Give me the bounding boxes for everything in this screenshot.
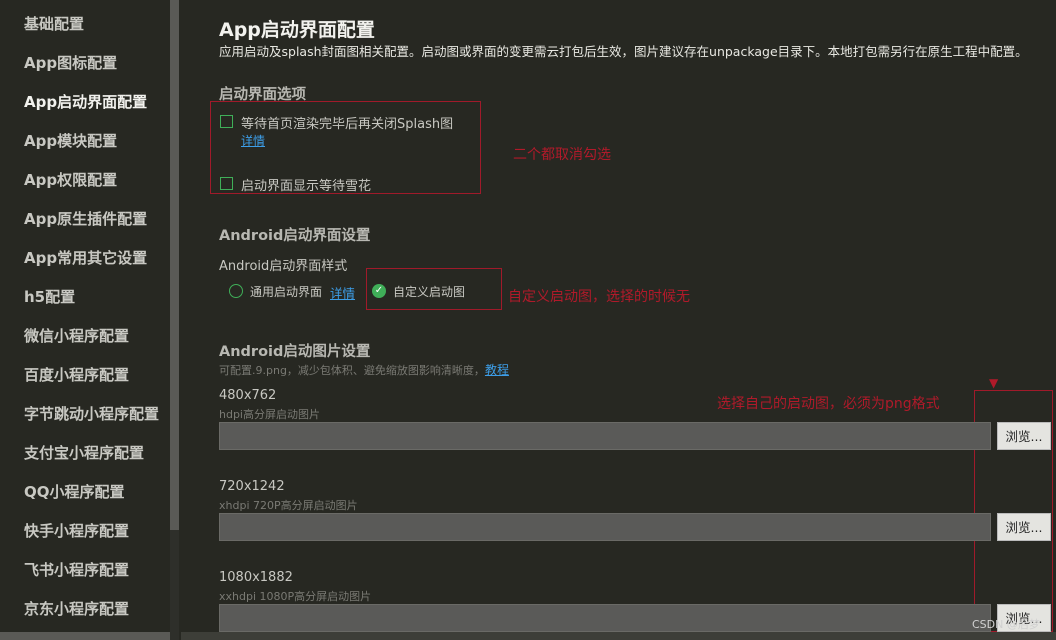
annotation-box-options — [210, 101, 481, 194]
annotation-text-custom: 自定义启动图，选择的时候无 — [508, 289, 690, 305]
image-size-xxhdpi: 1080x1882 — [219, 570, 293, 585]
watermark: CSDN @后梦 — [972, 618, 1040, 631]
browse-button-hdpi[interactable]: 浏览... — [997, 422, 1051, 450]
browse-button-xhdpi[interactable]: 浏览... — [997, 513, 1051, 541]
sidebar-item-bytedance[interactable]: 字节跳动小程序配置 — [24, 403, 159, 424]
page-title: App启动界面配置 — [219, 19, 375, 41]
sidebar-item-app-other[interactable]: App常用其它设置 — [24, 247, 147, 268]
sidebar-item-app-splash[interactable]: App启动界面配置 — [24, 91, 147, 112]
android-images-hint: 可配置.9.png，减少包体积、避免缩放图影响清晰度，教程 — [219, 363, 509, 377]
sidebar-item-h5[interactable]: h5配置 — [24, 286, 75, 307]
sidebar-item-kuaishou[interactable]: 快手小程序配置 — [24, 520, 129, 541]
sidebar-item-baidu[interactable]: 百度小程序配置 — [24, 364, 129, 385]
tutorial-link[interactable]: 教程 — [485, 363, 509, 377]
sidebar-item-alipay[interactable]: 支付宝小程序配置 — [24, 442, 144, 463]
sidebar-item-feishu[interactable]: 飞书小程序配置 — [24, 559, 129, 580]
sidebar-item-app-icon[interactable]: App图标配置 — [24, 52, 117, 73]
android-style-label: Android启动界面样式 — [219, 259, 348, 274]
image-size-xhdpi: 720x1242 — [219, 479, 285, 494]
radio-common-splash-label: 通用启动界面 — [250, 285, 323, 299]
image-desc-xhdpi: xhdpi 720P高分屏启动图片 — [219, 499, 358, 512]
sidebar-item-wechat[interactable]: 微信小程序配置 — [24, 325, 129, 346]
radio-common-splash[interactable] — [229, 284, 243, 298]
sidebar-item-app-modules[interactable]: App模块配置 — [24, 130, 117, 151]
sidebar-scrollbar-thumb[interactable] — [170, 0, 179, 530]
sidebar-item-qq[interactable]: QQ小程序配置 — [24, 481, 125, 502]
image-desc-xxhdpi: xxhdpi 1080P高分屏启动图片 — [219, 590, 372, 603]
sidebar-item-jd[interactable]: 京东小程序配置 — [24, 598, 129, 619]
annotation-text-options: 二个都取消勾选 — [513, 147, 611, 163]
annotation-arrow-icon: ▼ — [989, 376, 999, 390]
sidebar-item-app-native-plugins[interactable]: App原生插件配置 — [24, 208, 147, 229]
settings-sidebar: 基础配置 App图标配置 App启动界面配置 App模块配置 App权限配置 A… — [0, 0, 170, 640]
image-path-input-xxhdpi[interactable] — [219, 604, 991, 632]
image-size-hdpi: 480x762 — [219, 388, 277, 403]
page-subtitle: 应用启动及splash封面图相关配置。启动图或界面的变更需云打包后生效，图片建议… — [219, 44, 1028, 59]
section-title-android-settings: Android启动界面设置 — [219, 228, 371, 244]
annotation-text-images: 选择自己的启动图，必须为png格式 — [717, 396, 940, 412]
image-desc-hdpi: hdpi高分屏启动图片 — [219, 408, 320, 421]
annotation-box-custom — [366, 268, 502, 310]
image-path-input-hdpi[interactable] — [219, 422, 991, 450]
section-title-android-images: Android启动图片设置 — [219, 344, 371, 360]
common-splash-detail-link[interactable]: 详情 — [330, 283, 355, 302]
sidebar-item-app-permissions[interactable]: App权限配置 — [24, 169, 117, 190]
sidebar-horizontal-scrollbar[interactable] — [0, 632, 170, 640]
main-horizontal-scrollbar[interactable] — [181, 632, 1056, 640]
image-path-input-xhdpi[interactable] — [219, 513, 991, 541]
sidebar-item-basic[interactable]: 基础配置 — [24, 13, 84, 34]
